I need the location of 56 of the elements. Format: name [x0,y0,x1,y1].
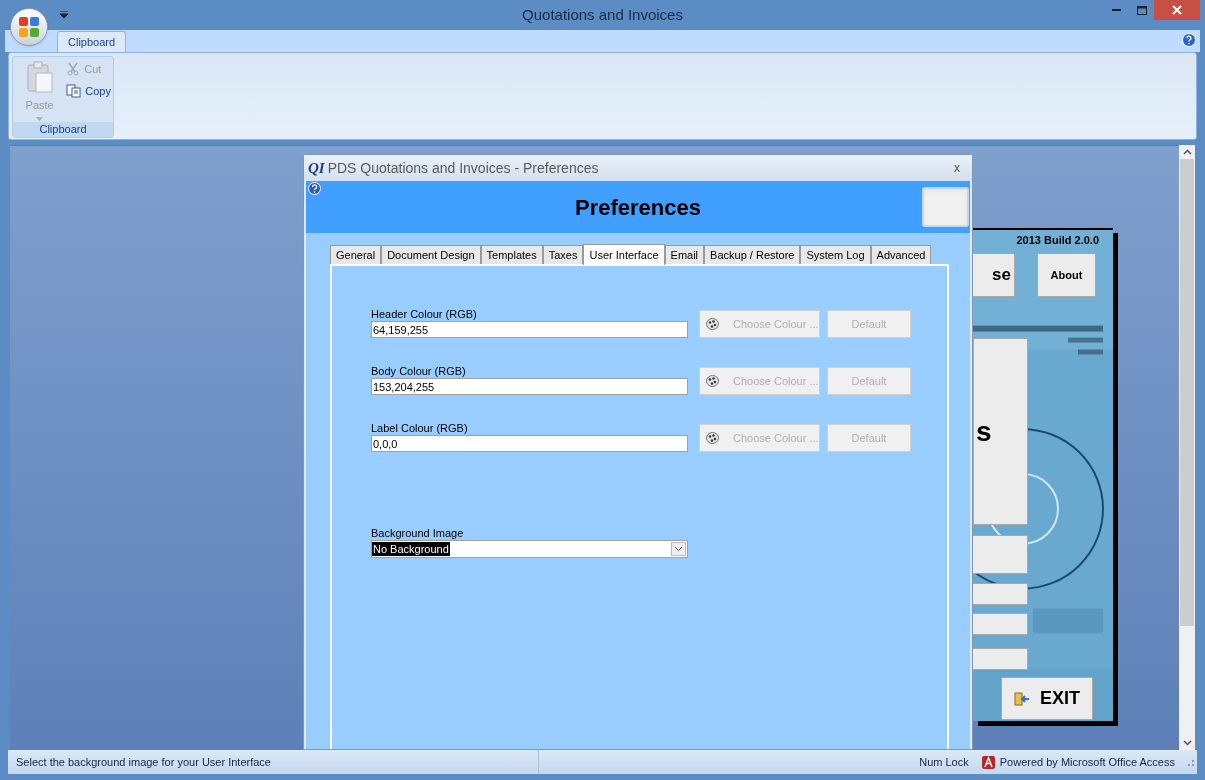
tab[interactable]: User Interface [583,244,665,265]
app-initials: QI [308,158,325,178]
office-logo-icon [18,16,40,38]
powered-by-label: Powered by Microsoft Office Access [999,754,1175,770]
tab[interactable]: Document Design [381,245,481,264]
resize-grip-icon[interactable] [1185,757,1195,767]
ribbon-command[interactable]: Copy [64,80,113,102]
clipboard-icon [25,61,54,93]
door-exit-icon [1014,691,1030,706]
build-label: 2013 Build 2.0.0 [1016,233,1099,248]
form-field [973,583,1028,605]
exit-button[interactable]: EXIT [1001,677,1093,720]
quick-access-menu-icon[interactable] [60,11,68,18]
access-logo-icon [980,754,996,770]
group-title: Clipboard [13,122,113,137]
close-button[interactable] [1154,0,1200,20]
tab[interactable]: Backup / Restore [704,245,801,264]
palette-icon [706,432,719,444]
form-field [973,613,1028,635]
form-field [973,535,1028,574]
palette-icon [706,375,719,387]
tab[interactable]: System Log [800,245,871,264]
close-icon [1172,5,1182,15]
title-panel: s [973,338,1028,525]
window-title: Quotations and Invoices [522,4,683,25]
scroll-down-icon[interactable] [1182,740,1192,746]
menu-button[interactable]: se [973,253,1015,297]
dialog-heading: Preferences [575,193,701,222]
scroll-up-icon[interactable] [1182,149,1192,155]
scrollbar-thumb[interactable] [1180,159,1194,626]
scissors-icon [66,62,81,76]
copy-icon [66,84,82,98]
about-button[interactable]: About [1037,253,1096,297]
tab[interactable]: Email [664,245,705,264]
scrollbar[interactable] [1179,145,1195,750]
field-label: Background Image [371,526,465,540]
num-lock-indicator: Num Lock [919,754,969,770]
field-label: Header Colour (RGB) [371,307,478,321]
help-icon[interactable] [308,182,321,195]
office-button[interactable] [10,8,48,46]
palette-icon [706,318,719,330]
maximize-icon [1136,5,1147,15]
tab[interactable]: Advanced [870,245,932,264]
ribbon-tab[interactable]: Clipboard [57,31,127,52]
tab[interactable]: Taxes [542,245,584,264]
field-label: Body Colour (RGB) [371,364,467,378]
field-label: Label Colour (RGB) [371,421,469,435]
minimize-icon [1112,8,1121,12]
tab[interactable]: Templates [480,245,543,264]
help-icon[interactable] [1182,33,1196,47]
background-image-dropdown[interactable]: No Background [371,540,688,558]
form-field [973,648,1028,670]
dialog-title: PDS Quotations and Invoices - Preferences [327,158,599,178]
status-message: Select the background image for your User Interface [15,754,272,770]
close-button[interactable]: x [946,159,968,177]
tab[interactable]: General [330,245,382,264]
